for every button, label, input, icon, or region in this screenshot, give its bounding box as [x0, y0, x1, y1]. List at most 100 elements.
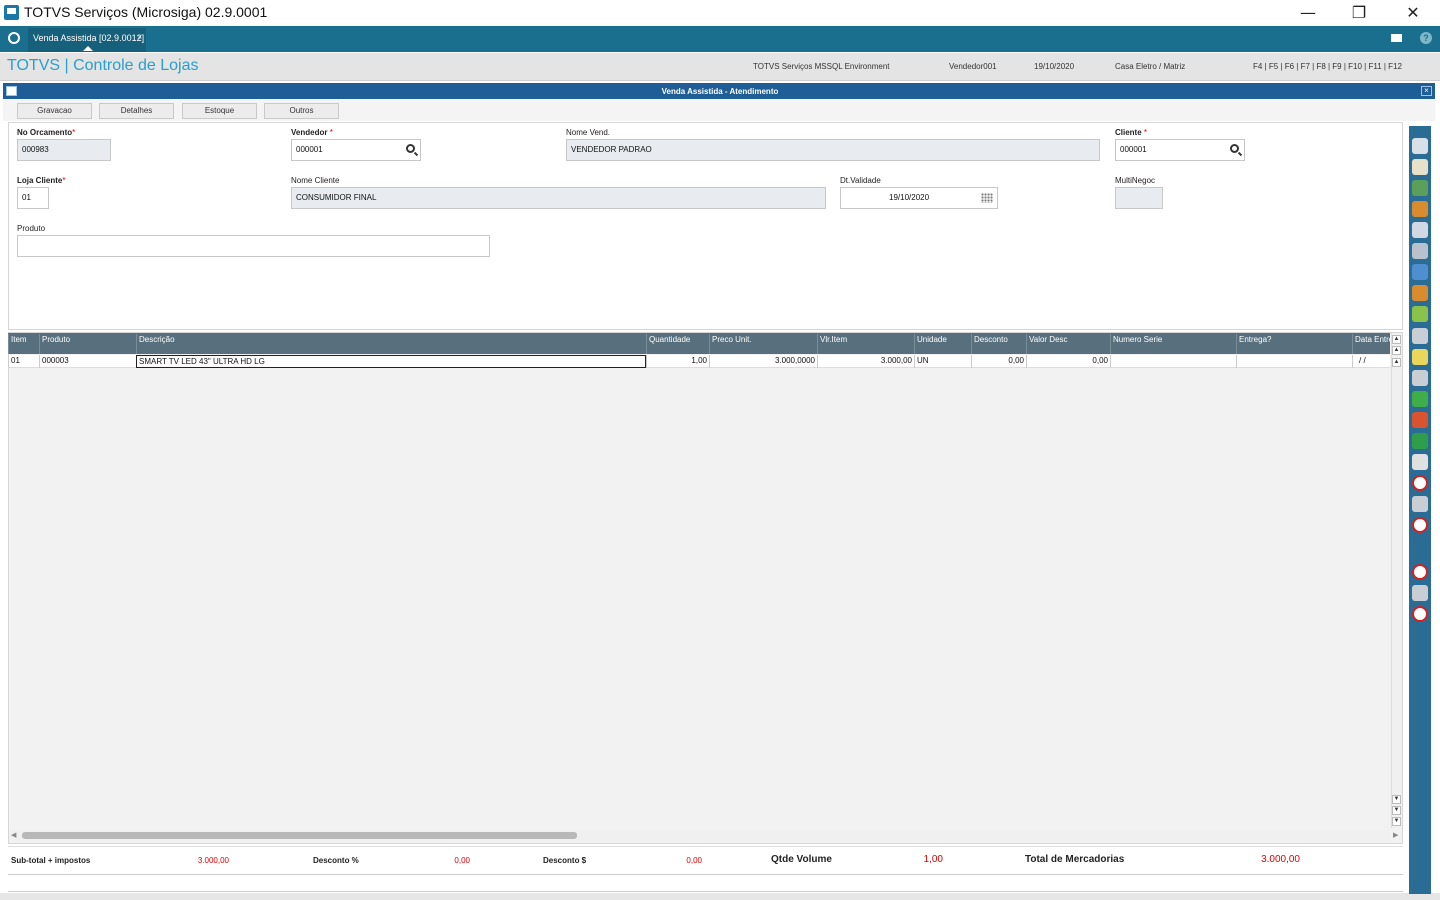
cell-numero-serie[interactable] — [1110, 355, 1236, 368]
help-icon[interactable]: ? — [1420, 32, 1432, 44]
tab-active-caret-icon — [83, 46, 93, 51]
col-preco-unit[interactable]: Preco Unit. — [709, 334, 817, 354]
transfer-icon[interactable] — [1412, 496, 1428, 512]
col-numero-serie[interactable]: Numero Serie — [1110, 334, 1236, 354]
cell-quantidade[interactable]: 1,00 — [646, 355, 709, 368]
maximize-button[interactable]: ❐ — [1336, 0, 1382, 26]
col-entrega[interactable]: Entrega? — [1236, 334, 1352, 354]
nome-cliente-field[interactable]: CONSUMIDOR FINAL — [291, 187, 826, 209]
col-valor-desc[interactable]: Valor Desc — [1026, 334, 1110, 354]
scroll-up-icon[interactable]: ▲ — [1392, 358, 1401, 367]
col-quantidade[interactable]: Quantidade — [646, 334, 709, 354]
vendedor-search-icon[interactable] — [406, 144, 415, 153]
vendedor-field[interactable]: 000001 — [291, 139, 421, 161]
cell-valor-desc[interactable]: 0,00 — [1026, 355, 1110, 368]
package-icon[interactable] — [1412, 285, 1428, 301]
cell-data-entrega[interactable]: / / — [1352, 355, 1390, 368]
refresh-icon[interactable] — [1412, 391, 1428, 407]
target-icon-2[interactable] — [1412, 606, 1428, 622]
estoque-button[interactable]: Estoque — [182, 103, 257, 119]
loja-cliente-field[interactable]: 01 — [17, 187, 49, 209]
col-vlr-item[interactable]: Vlr.Item — [817, 334, 914, 354]
orcamento-field[interactable]: 000983 — [17, 139, 111, 161]
gravacao-button[interactable]: Gravacao — [17, 103, 92, 119]
exit-icon[interactable] — [1412, 180, 1428, 196]
subtotal-value: 3.000,00 — [197, 856, 229, 865]
cell-descricao[interactable]: SMART TV LED 43" ULTRA HD LG — [136, 355, 646, 368]
vertical-scrollbar[interactable] — [1391, 333, 1402, 828]
edit-icon[interactable] — [1412, 159, 1428, 175]
cliente-field[interactable]: 000001 — [1115, 139, 1245, 161]
multinegoc-field[interactable] — [1115, 187, 1163, 209]
save-icon[interactable] — [1412, 138, 1428, 154]
mail-icon[interactable] — [1391, 34, 1402, 42]
scroll-left-icon[interactable]: ◀ — [11, 831, 16, 839]
transfer-icon-2[interactable] — [1412, 585, 1428, 601]
link-icon[interactable] — [1412, 370, 1428, 386]
col-desconto[interactable]: Desconto — [971, 334, 1026, 354]
scroll-down-icon[interactable]: ▼ — [1392, 795, 1401, 804]
horizontal-scroll-thumb[interactable] — [22, 832, 577, 839]
status-line — [8, 874, 1403, 892]
gift-icon[interactable] — [1412, 412, 1428, 428]
tab-label[interactable]: Venda Assistida [02.9.0012] — [33, 33, 144, 43]
truck-icon[interactable] — [1412, 243, 1428, 259]
col-data-entrega[interactable]: Data Entre — [1352, 334, 1390, 354]
col-unidade[interactable]: Unidade — [914, 334, 971, 354]
dt-validade-label: Dt.Validade — [840, 176, 881, 185]
dice-icon[interactable] — [1412, 454, 1428, 470]
loja-cliente-label: Loja Cliente* — [17, 176, 66, 185]
cell-item[interactable]: 01 — [8, 355, 39, 368]
produto-input[interactable] — [17, 235, 490, 257]
user-label: Vendedor001 — [949, 62, 997, 71]
total-mercadorias-label: Total de Mercadorias — [1025, 854, 1125, 865]
target-icon[interactable] — [1412, 517, 1428, 533]
money-icon[interactable] — [1412, 306, 1428, 322]
scroll-top-icon[interactable]: ▲ — [1392, 335, 1401, 344]
dialog-close-icon[interactable]: × — [1421, 86, 1432, 96]
col-item[interactable]: Item — [8, 334, 39, 354]
branch-label: Casa Eletro / Matriz — [1115, 62, 1186, 71]
desconto-pct-label: Desconto % — [313, 856, 359, 865]
box-icon[interactable] — [1412, 201, 1428, 217]
app-icon — [4, 5, 19, 20]
desconto-pct-value: 0,00 — [454, 856, 470, 865]
qtde-volume-value: 1,00 — [923, 854, 943, 865]
cell-unidade[interactable]: UN — [914, 355, 971, 368]
scroll-bottom-icon[interactable]: ▼ — [1392, 817, 1401, 826]
date-label: 19/10/2020 — [1034, 62, 1075, 71]
home-icon[interactable] — [8, 32, 20, 44]
dt-validade-field[interactable]: 19/10/2020 — [840, 187, 998, 209]
col-descricao[interactable]: Descrição — [136, 334, 646, 354]
cliente-search-icon[interactable] — [1230, 144, 1239, 153]
header-bar — [0, 53, 1440, 81]
cell-produto[interactable]: 000003 — [39, 355, 136, 368]
exchange-icon[interactable] — [1412, 264, 1428, 280]
calc-icon[interactable] — [1412, 349, 1428, 365]
cell-vlr-item[interactable]: 3.000,00 — [817, 355, 914, 368]
cell-entrega[interactable] — [1236, 355, 1352, 368]
tab-close-icon[interactable]: × — [137, 32, 142, 42]
close-window-button[interactable]: ✕ — [1390, 0, 1436, 26]
minimize-button[interactable]: — — [1285, 0, 1331, 26]
scroll-page-up-icon[interactable]: ▲ — [1392, 346, 1401, 355]
search-doc-icon[interactable] — [1412, 222, 1428, 238]
cell-preco-unit[interactable]: 3.000,0000 — [709, 355, 817, 368]
dollar-icon[interactable] — [1412, 433, 1428, 449]
shortcut-keys[interactable]: F4 | F5 | F6 | F7 | F8 | F9 | F10 | F11 … — [1253, 62, 1402, 71]
calendar-icon[interactable] — [981, 193, 993, 203]
detalhes-button[interactable]: Detalhes — [99, 103, 174, 119]
cliente-label: Cliente * — [1115, 128, 1148, 137]
multinegoc-label: MultiNegoc — [1115, 176, 1156, 185]
dialog-title: Venda Assistida - Atendimento — [661, 87, 779, 96]
scroll-page-down-icon[interactable]: ▼ — [1392, 806, 1401, 815]
clock-icon[interactable] — [1412, 475, 1428, 491]
nome-cliente-label: Nome Cliente — [291, 176, 340, 185]
nome-vend-field[interactable]: VENDEDOR PADRAO — [566, 139, 1100, 161]
col-produto[interactable]: Produto — [39, 334, 136, 354]
clock-icon-2[interactable] — [1412, 564, 1428, 580]
outros-button[interactable]: Outros — [264, 103, 339, 119]
key-icon[interactable] — [1412, 328, 1428, 344]
scroll-right-icon[interactable]: ▶ — [1393, 831, 1398, 839]
cell-desconto[interactable]: 0,00 — [971, 355, 1026, 368]
